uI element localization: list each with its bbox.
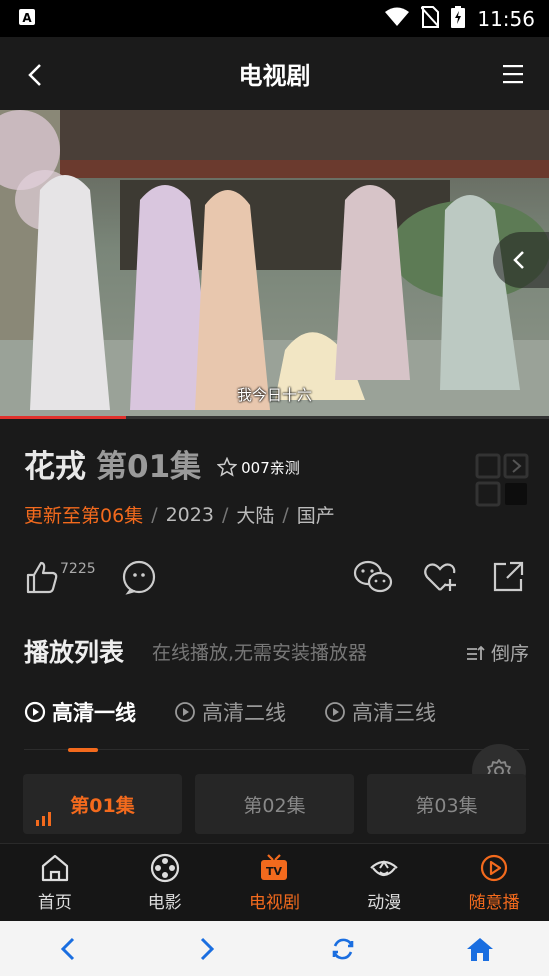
- tab-line-2[interactable]: 高清二线: [174, 695, 286, 729]
- status-bar: A 11:56: [0, 0, 549, 37]
- nav-movies[interactable]: 电影: [110, 844, 220, 921]
- region: 大陆: [236, 505, 275, 527]
- bottom-nav: 首页 电影 TV 电视剧 动漫 随意播: [0, 843, 549, 921]
- tab-label: 高清三线: [352, 701, 436, 725]
- rating-badge: 007亲测: [217, 457, 300, 478]
- share-button[interactable]: [490, 559, 528, 597]
- chevron-right-icon: [200, 937, 214, 960]
- year: 2023: [165, 503, 214, 526]
- nav-label: 首页: [37, 893, 72, 913]
- hamburger-menu-icon: [503, 65, 523, 84]
- active-tab-indicator: [68, 748, 98, 752]
- video-frame-image: [0, 110, 549, 419]
- no-sim-icon: [420, 5, 441, 32]
- wechat-icon: [353, 560, 393, 593]
- episode-label: 第01集: [70, 794, 135, 817]
- heart-plus-icon: [424, 563, 456, 591]
- browser-home-button[interactable]: [460, 929, 500, 969]
- episode-grid-button[interactable]: [475, 453, 529, 507]
- like-count: 7225: [60, 561, 96, 577]
- browser-refresh-button[interactable]: [323, 929, 363, 969]
- back-button[interactable]: [22, 61, 50, 89]
- browser-forward-button[interactable]: [186, 929, 226, 969]
- like-button[interactable]: [24, 559, 62, 597]
- menu-button[interactable]: [501, 63, 525, 85]
- sort-label: 倒序: [490, 643, 529, 665]
- video-subtitle: 我今日十六: [236, 386, 312, 404]
- comment-button[interactable]: [121, 559, 159, 597]
- grid-icon: [475, 453, 529, 507]
- chevron-left-icon: [60, 937, 74, 960]
- browser-toolbar: [0, 921, 549, 976]
- chevron-left-icon: [513, 251, 524, 269]
- separator: /: [282, 503, 289, 526]
- meta-row: 更新至第06集 / 2023 / 大陆 / 国产: [24, 501, 335, 528]
- title-row: 花戎 第01集 007亲测: [24, 441, 300, 486]
- app-notification-icon: A: [18, 8, 36, 30]
- battery-charging-icon: [451, 5, 466, 32]
- playing-bars-icon: [36, 812, 51, 826]
- chat-bubble-icon: [122, 560, 156, 595]
- play-circle-icon: [24, 701, 46, 723]
- play-circle-icon: [175, 702, 195, 722]
- collapse-toggle-button[interactable]: [493, 232, 549, 288]
- svg-text:A: A: [22, 11, 32, 25]
- status-time: 11:56: [477, 6, 535, 31]
- nav-label: 动漫: [367, 893, 402, 913]
- home-icon: [41, 854, 68, 882]
- playlist-title: 播放列表: [24, 638, 125, 667]
- episode-title: 第01集: [96, 449, 202, 485]
- tv-icon: TV: [261, 854, 288, 880]
- divider: [24, 749, 529, 750]
- action-row: 7225: [24, 559, 529, 599]
- episode-label: 第02集: [243, 794, 306, 817]
- episode-button-02[interactable]: 第02集: [195, 774, 354, 834]
- browser-back-button[interactable]: [49, 929, 89, 969]
- episode-list: 第01集 第02集 第03集: [23, 774, 528, 834]
- play-circle-icon: [325, 702, 345, 722]
- app-header: 电视剧: [0, 37, 549, 110]
- video-player[interactable]: 我今日十六: [0, 110, 549, 419]
- page-title: 电视剧: [238, 62, 311, 90]
- playlist-header: 播放列表 在线播放,无需安装播放器 倒序: [24, 633, 529, 669]
- show-title: 花戎: [24, 449, 86, 485]
- favorite-button[interactable]: [422, 559, 460, 597]
- nav-label: 电视剧: [248, 893, 300, 913]
- source-tabs: 高清一线 高清二线 高清三线: [24, 695, 529, 729]
- nav-label: 电影: [147, 893, 182, 913]
- separator: /: [151, 503, 158, 526]
- origin: 国产: [296, 505, 335, 527]
- nav-label: 随意播: [468, 893, 520, 913]
- tab-line-1[interactable]: 高清一线: [24, 695, 136, 729]
- update-status: 更新至第06集: [24, 505, 144, 527]
- nav-home[interactable]: 首页: [0, 844, 110, 921]
- detail-panel: 花戎 第01集 007亲测 更新至第06集 / 2023 / 大陆 / 国产 7…: [0, 419, 549, 843]
- sort-icon: [466, 645, 485, 660]
- sort-button[interactable]: 倒序: [465, 639, 529, 666]
- wechat-share-button[interactable]: [353, 559, 393, 597]
- external-link-icon: [493, 561, 524, 592]
- rating-label: 007亲测: [241, 458, 300, 477]
- nav-random-play[interactable]: 随意播: [439, 844, 549, 921]
- playlist-notice: 在线播放,无需安装播放器: [152, 641, 368, 664]
- chevron-left-icon: [28, 64, 41, 86]
- svg-text:TV: TV: [266, 865, 283, 878]
- star-icon: [217, 457, 238, 477]
- episode-button-01[interactable]: 第01集: [23, 774, 182, 834]
- play-circle-icon: [480, 854, 508, 882]
- thumbs-up-icon: [26, 561, 58, 594]
- wifi-icon: [385, 7, 410, 31]
- anime-icon: [370, 860, 399, 877]
- tab-label: 高清二线: [202, 701, 286, 725]
- nav-tv[interactable]: TV 电视剧: [220, 844, 330, 921]
- home-icon: [467, 937, 494, 961]
- tab-line-3[interactable]: 高清三线: [324, 695, 436, 729]
- separator: /: [221, 503, 229, 526]
- refresh-icon: [332, 938, 354, 959]
- episode-label: 第03集: [415, 794, 478, 817]
- nav-anime[interactable]: 动漫: [329, 844, 439, 921]
- episode-button-03[interactable]: 第03集: [367, 774, 526, 834]
- film-reel-icon: [150, 853, 179, 883]
- tab-label: 高清一线: [52, 701, 136, 725]
